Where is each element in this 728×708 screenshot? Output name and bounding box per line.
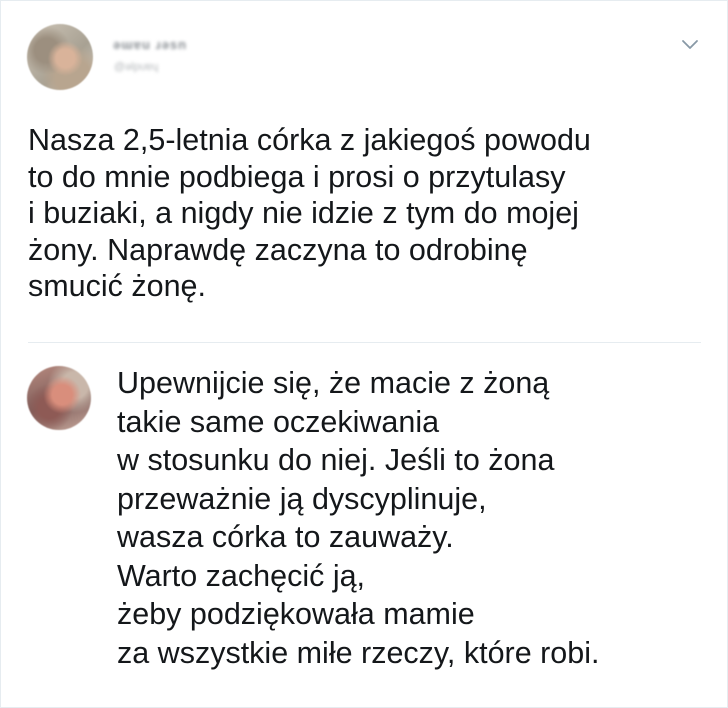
- author-handle[interactable]: @ǝlpuɐɥ: [114, 61, 158, 73]
- tweet-text: Nasza 2,5-letnia córka z jakiegoś powodu…: [28, 122, 708, 305]
- tweet-text-line: i buziaki, a nigdy nie idzie z tym do mo…: [28, 196, 579, 230]
- tweet-text-line: to do mnie podbiega i prosi o przytulasy: [28, 159, 566, 194]
- tweet-text-line: Nasza 2,5-letnia córka z jakiegoś powodu: [28, 123, 591, 157]
- reply-text-line: wasza córka to zauważy.: [117, 520, 454, 554]
- divider: [28, 342, 701, 343]
- reply-text-line: za wszystkie miłe rzeczy, które robi.: [117, 635, 600, 670]
- reply-text-line: żeby podziękowała mamie: [117, 597, 475, 631]
- tweet-text-line: żony. Naprawdę zaczyna to odrobinę: [28, 232, 528, 267]
- tweet-text-line: smucić żonę.: [28, 269, 206, 303]
- reply-text-line: takie same oczekiwania: [117, 404, 440, 439]
- reply-text-line: Warto zachęcić ją,: [117, 558, 366, 593]
- reply-text-line: w stosunku do niej. Jeśli to żona: [117, 443, 555, 477]
- reply-text-line: przeważnie ją dyscyplinuje,: [117, 481, 487, 516]
- reply-avatar[interactable]: [27, 366, 91, 430]
- reply-text: Upewnijcie się, że macie z żoną takie sa…: [117, 364, 717, 672]
- reply-text-line: Upewnijcie się, że macie z żoną: [117, 366, 550, 400]
- chevron-down-icon[interactable]: [680, 37, 700, 53]
- author-name[interactable]: ǝɯɐu ɹǝsn: [113, 37, 187, 52]
- author-avatar[interactable]: [27, 24, 93, 90]
